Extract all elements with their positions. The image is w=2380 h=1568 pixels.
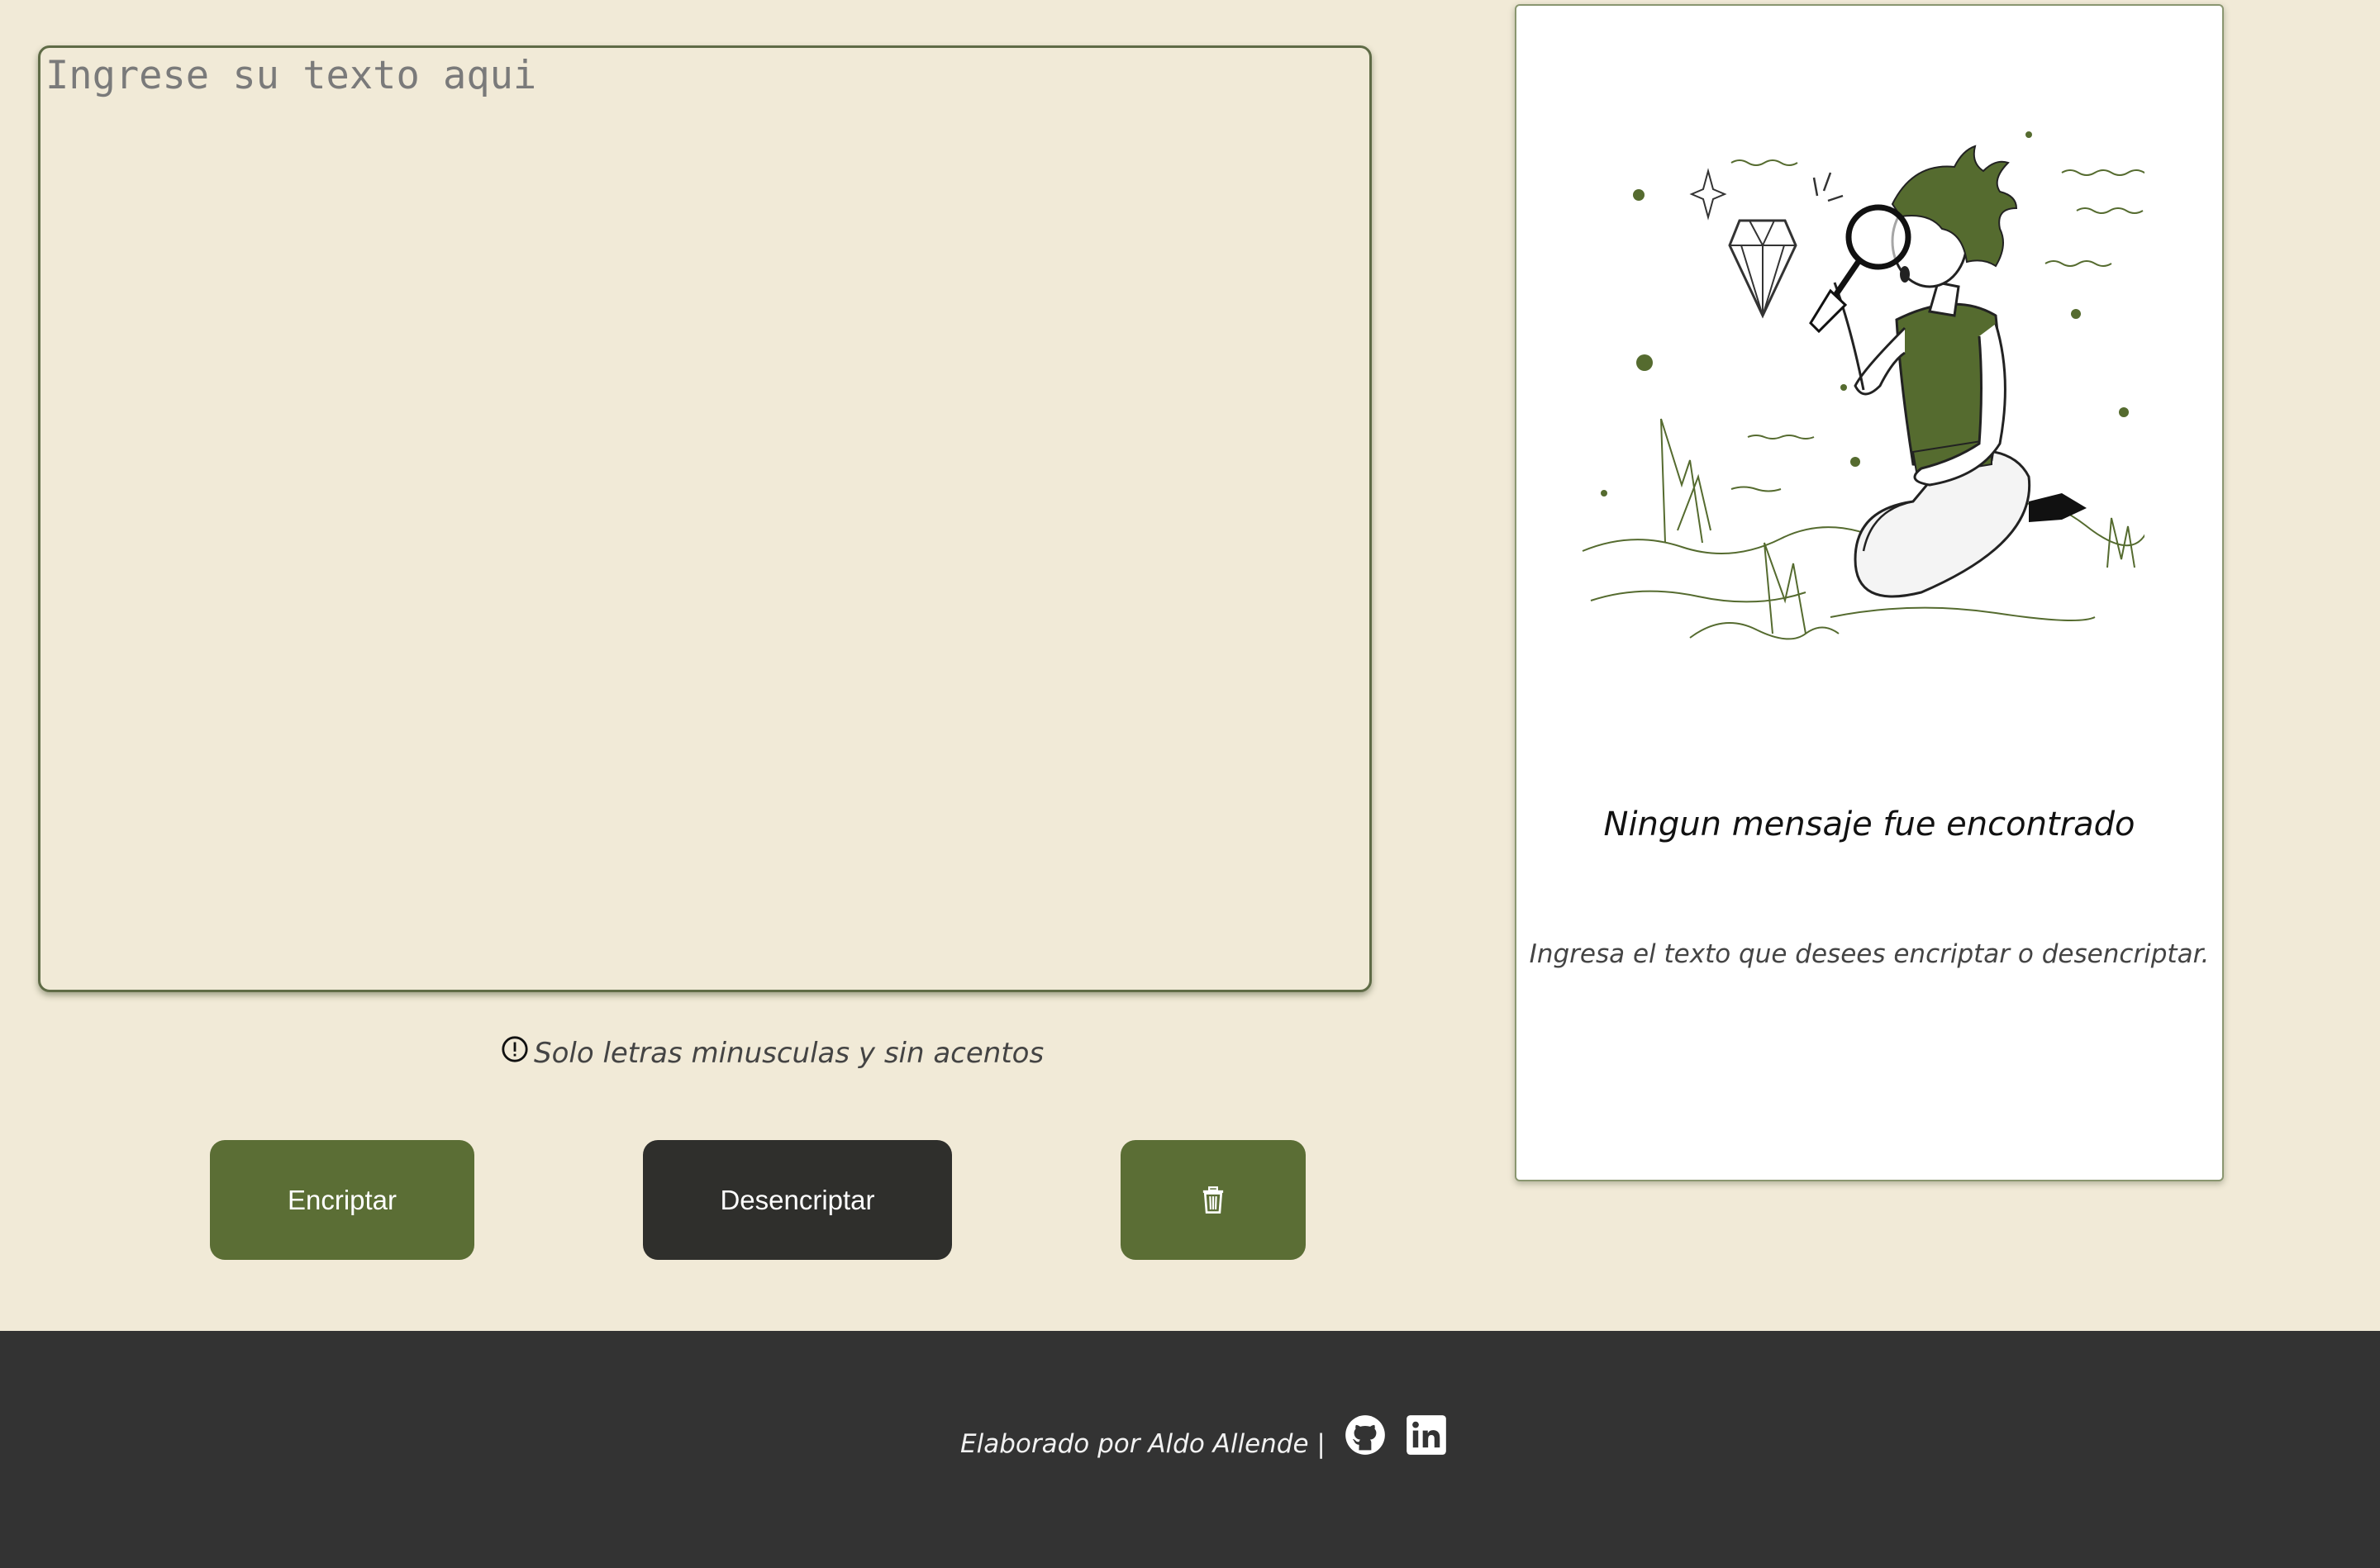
- github-icon: [1345, 1415, 1385, 1455]
- result-panel: Ningun mensaje fue encontrado Ingresa el…: [1515, 4, 2224, 1181]
- text-input[interactable]: [38, 45, 1372, 992]
- main-area: Solo letras minusculas y sin acentos Enc…: [0, 0, 2380, 1331]
- search-illustration: [1582, 131, 2144, 640]
- decrypt-button[interactable]: Desencriptar: [643, 1140, 952, 1260]
- clear-button[interactable]: [1121, 1140, 1306, 1260]
- empty-subtitle: Ingresa el texto que desees encriptar o …: [1529, 939, 2210, 969]
- alert-circle-icon: [502, 1036, 528, 1062]
- linkedin-icon: [1407, 1415, 1446, 1455]
- input-notice: Solo letras minusculas y sin acentos: [501, 1033, 1044, 1074]
- footer-content: Elaborado por Aldo Allende |: [960, 1411, 1448, 1459]
- notice-text: Solo letras minusculas y sin acentos: [534, 1037, 1045, 1070]
- linkedin-link[interactable]: [1405, 1414, 1448, 1456]
- trash-icon: [1202, 1186, 1224, 1214]
- encrypt-button[interactable]: Encriptar: [210, 1140, 474, 1260]
- empty-title: Ningun mensaje fue encontrado: [1603, 805, 2135, 843]
- footer-credit: Elaborado por Aldo Allende |: [960, 1429, 1326, 1459]
- github-link[interactable]: [1344, 1414, 1387, 1456]
